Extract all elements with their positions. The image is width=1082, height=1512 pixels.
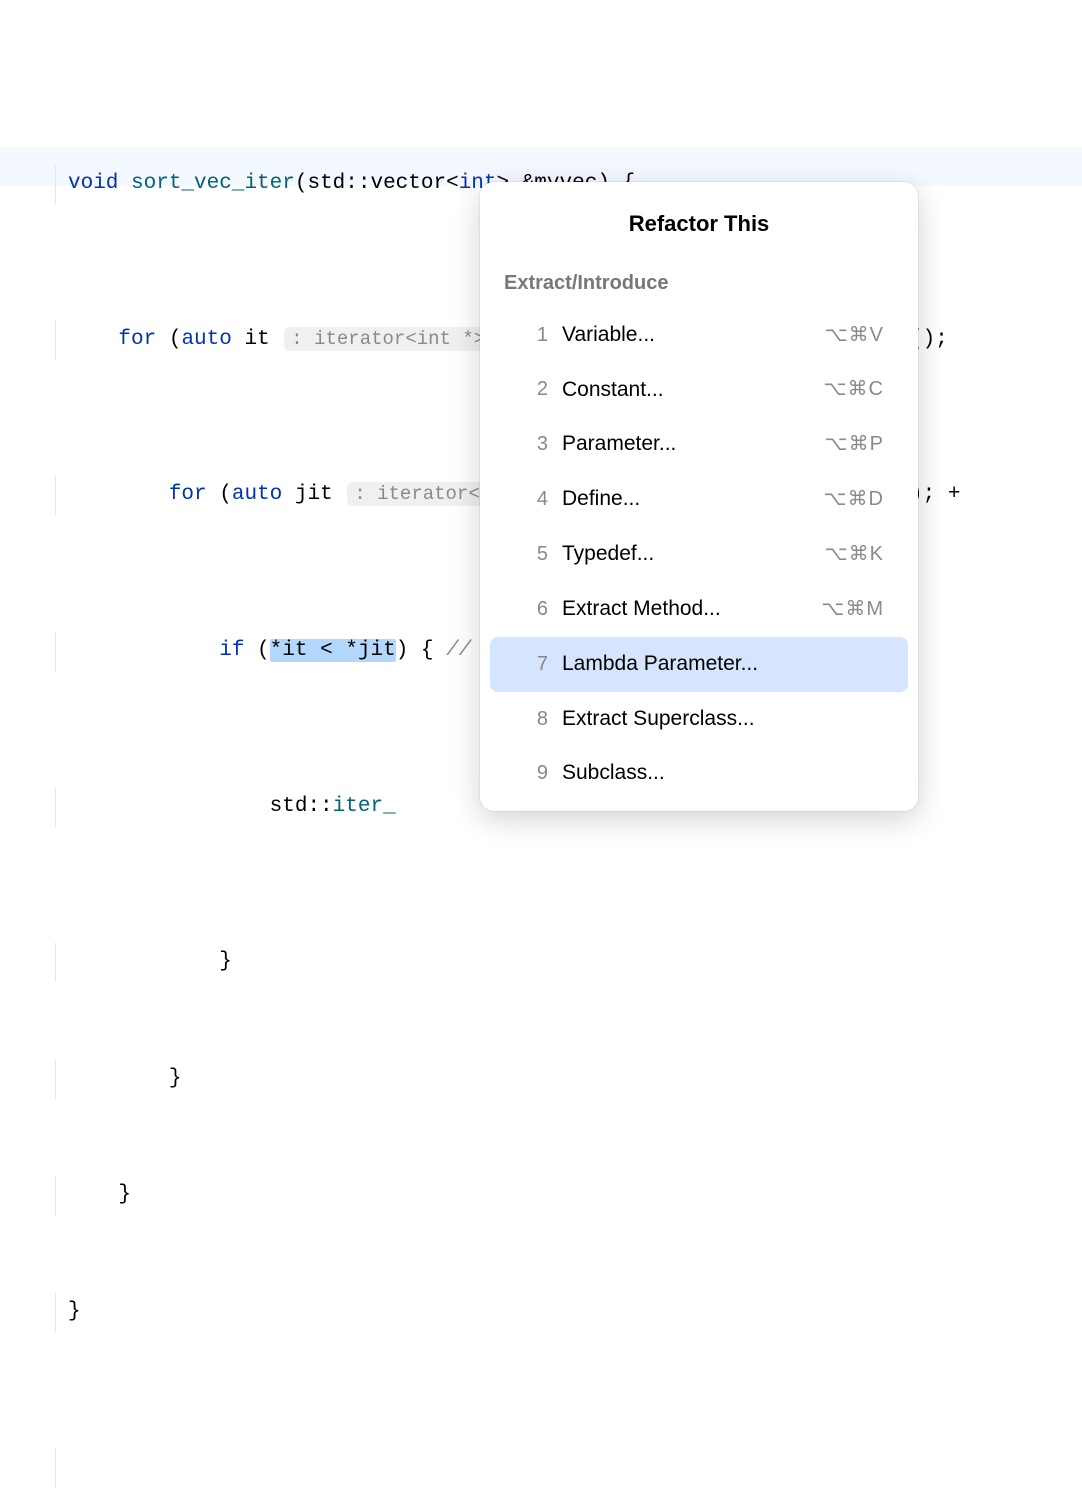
popup-item-label: Extract Superclass... (562, 700, 884, 739)
popup-item-number: 4 (514, 481, 548, 518)
popup-item-typedef[interactable]: 5 Typedef...⌥⌘K (490, 527, 908, 582)
popup-item-extract-superclass[interactable]: 8 Extract Superclass... (490, 692, 908, 747)
popup-item-label: Variable... (562, 316, 825, 355)
popup-item-shortcut: ⌥⌘P (825, 426, 884, 463)
popup-item-number: 1 (514, 317, 548, 354)
code-line: } (0, 1293, 1082, 1332)
popup-item-number: 6 (514, 591, 548, 628)
popup-item-number: 5 (514, 536, 548, 573)
code-line: } (0, 1176, 1082, 1215)
popup-item-number: 9 (514, 755, 548, 792)
popup-item-shortcut: ⌥⌘V (825, 317, 884, 354)
popup-item-define[interactable]: 4 Define...⌥⌘D (490, 472, 908, 527)
popup-item-extract-method[interactable]: 6 Extract Method...⌥⌘M (490, 582, 908, 637)
code-line: } (0, 943, 1082, 982)
popup-item-label: Typedef... (562, 535, 825, 574)
refactor-popup: Refactor This Extract/Introduce 1 Variabl… (480, 182, 918, 811)
popup-item-number: 8 (514, 701, 548, 738)
popup-title: Refactor This (480, 198, 918, 259)
popup-item-label: Lambda Parameter... (562, 645, 884, 684)
popup-item-number: 7 (514, 646, 548, 683)
popup-item-label: Constant... (562, 371, 824, 410)
popup-item-subclass[interactable]: 9 Subclass... (490, 746, 908, 801)
text-selection: *it < *jit (270, 639, 396, 662)
popup-item-label: Extract Method... (562, 590, 821, 629)
popup-item-constant[interactable]: 2 Constant...⌥⌘C (490, 363, 908, 418)
popup-item-label: Subclass... (562, 754, 884, 793)
popup-item-variable[interactable]: 1 Variable...⌥⌘V (490, 308, 908, 363)
popup-section-header: Extract/Introduce (480, 259, 918, 308)
popup-item-label: Define... (562, 480, 824, 519)
popup-item-number: 2 (514, 371, 548, 408)
popup-items: 1 Variable...⌥⌘V 2 Constant...⌥⌘C 3 Parameter… (480, 308, 918, 802)
popup-item-shortcut: ⌥⌘C (824, 371, 885, 408)
popup-item-number: 3 (514, 426, 548, 463)
code-line (0, 1449, 1082, 1488)
popup-item-shortcut: ⌥⌘K (825, 536, 884, 573)
popup-item-lambda-parameter[interactable]: 7 Lambda Parameter... (490, 637, 908, 692)
popup-item-parameter[interactable]: 3 Parameter...⌥⌘P (490, 417, 908, 472)
code-line: } (0, 1060, 1082, 1099)
popup-item-shortcut: ⌥⌘D (824, 481, 885, 518)
popup-item-shortcut: ⌥⌘M (821, 591, 884, 628)
inlay-hint: : iterator<int *> (284, 327, 492, 351)
popup-item-label: Parameter... (562, 425, 825, 464)
